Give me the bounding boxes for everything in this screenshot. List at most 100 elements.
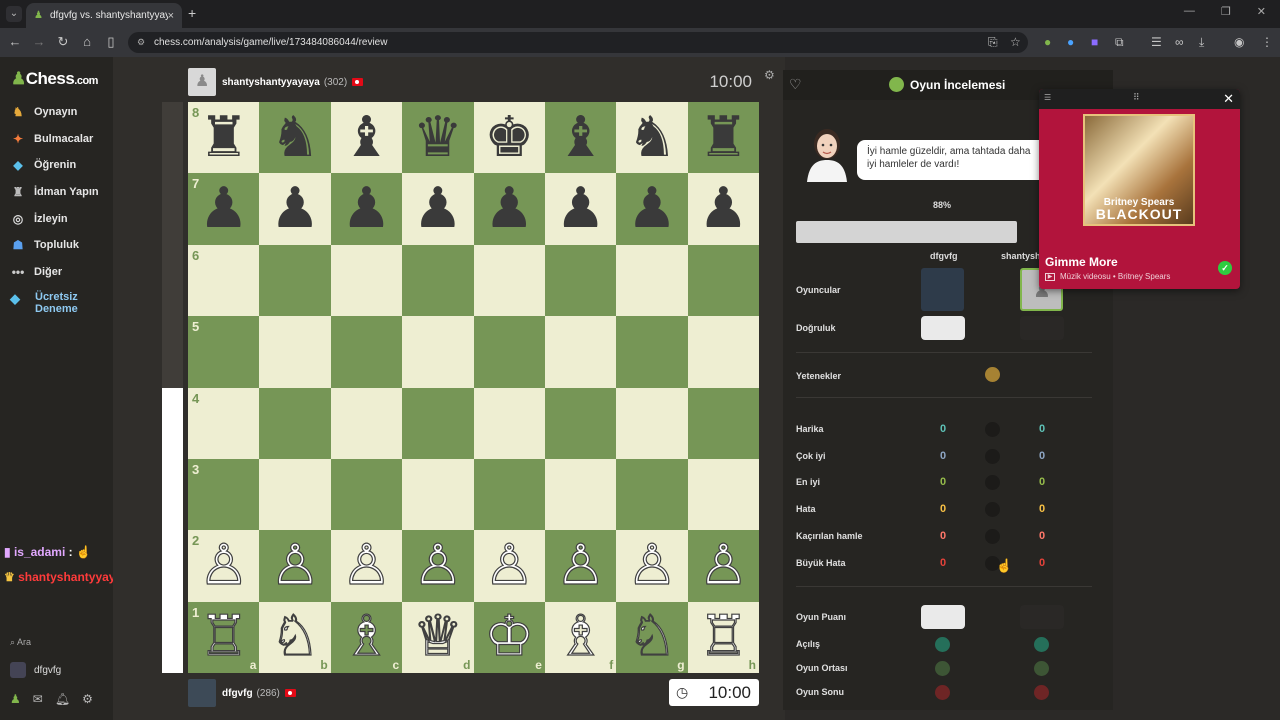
install-app-icon[interactable]: ⎘ <box>988 35 998 50</box>
sidebar-item-more[interactable]: ••• Diğer <box>10 265 62 279</box>
home-icon[interactable]: ⌂ <box>78 34 96 49</box>
close-icon[interactable]: ✕ <box>1223 91 1234 107</box>
player2-phase-icon[interactable] <box>1034 685 1049 700</box>
black-pawn-piece[interactable]: ♟ <box>484 181 534 237</box>
square-e3[interactable] <box>473 458 545 531</box>
player-name[interactable]: shantyshantyyayaya <box>222 77 320 88</box>
square-e1[interactable]: e ♔ <box>473 601 545 673</box>
square-h5[interactable] <box>687 316 759 388</box>
square-c3[interactable] <box>330 458 403 531</box>
square-c8[interactable]: ♝ <box>330 102 403 174</box>
white-bishop-piece[interactable]: ♗ <box>555 608 606 665</box>
tab-search-button[interactable]: ⌄ <box>6 6 22 22</box>
square-b5[interactable] <box>259 316 331 388</box>
tab-close-icon[interactable]: × <box>168 10 174 22</box>
square-c2[interactable]: ♙ <box>330 530 403 602</box>
player1-phase-icon[interactable] <box>935 637 950 652</box>
avatar[interactable] <box>188 68 216 96</box>
square-a1[interactable]: 1 a ♖ <box>188 601 260 673</box>
friends-icon[interactable]: ♟ <box>10 692 21 706</box>
media-settings-icon[interactable]: ☰ <box>1044 93 1051 102</box>
white-pawn-piece[interactable]: ♙ <box>626 537 677 594</box>
black-rook-piece[interactable]: ♜ <box>199 109 249 166</box>
chess-board[interactable]: 8 ♜ ♞ ♝ ♛ ♚ ♝ ♞ ♜ 7 ♟ ♟ ♟ ♟ ♟ ♟ ♟ ♟ 6 5 4 3 2 ♙ ♙ ♙ ♙ ♙ ♙ ♙ ♙ 1 a ♖ b ♘ c ♗ d ♕… <box>188 102 759 673</box>
new-tab-button[interactable]: + <box>188 5 196 21</box>
extension-blue-icon[interactable]: ● <box>1067 35 1074 49</box>
square-c6[interactable] <box>330 244 403 317</box>
black-pawn-piece[interactable]: ♟ <box>627 181 677 237</box>
square-g7[interactable]: ♟ <box>616 173 688 245</box>
square-d8[interactable]: ♛ <box>402 102 474 174</box>
black-bishop-piece[interactable]: ♝ <box>555 109 605 166</box>
square-g5[interactable] <box>616 316 688 388</box>
media-popup[interactable]: ☰ ⠿ ✕ Britney Spears BLACKOUT Gimme More… <box>1039 89 1240 289</box>
square-g1[interactable]: g ♘ <box>616 601 688 673</box>
close-window-button[interactable]: ✕ <box>1257 5 1266 18</box>
white-pawn-piece[interactable]: ♙ <box>483 537 534 594</box>
sidebar-item-train[interactable]: ♜ İdman Yapın <box>10 185 99 199</box>
extensions-puzzle-icon[interactable]: ⧉ <box>1115 35 1124 50</box>
avatar[interactable] <box>188 679 216 707</box>
square-g2[interactable]: ♙ <box>616 530 688 602</box>
player1-phase-icon[interactable] <box>935 685 950 700</box>
settings-icon[interactable]: ⚙ <box>82 692 93 706</box>
sidebar-user[interactable]: dfgvfg <box>10 662 61 678</box>
sidebar-item-free-trial[interactable]: ◆ Ücretsiz Deneme <box>10 291 78 315</box>
black-pawn-piece[interactable]: ♟ <box>270 181 320 237</box>
white-pawn-piece[interactable]: ♙ <box>698 537 749 594</box>
extension-gray-icon[interactable]: ☰ <box>1151 35 1162 49</box>
square-h7[interactable]: ♟ <box>687 173 759 245</box>
black-pawn-piece[interactable]: ♟ <box>341 181 391 237</box>
heart-icon[interactable]: ♡ <box>789 76 802 93</box>
black-queen-piece[interactable]: ♛ <box>413 109 463 166</box>
forward-icon[interactable]: → <box>30 34 48 49</box>
white-pawn-piece[interactable]: ♙ <box>198 537 249 594</box>
reload-icon[interactable]: ↻ <box>54 34 72 50</box>
square-f8[interactable]: ♝ <box>544 102 617 174</box>
white-knight-piece[interactable]: ♘ <box>269 608 320 665</box>
maximize-button[interactable]: ❐ <box>1221 5 1231 18</box>
square-g4[interactable] <box>616 387 688 459</box>
site-info-icon[interactable]: ⚙ <box>137 32 145 53</box>
player1-phase-icon[interactable] <box>935 661 950 676</box>
square-a8[interactable]: 8 ♜ <box>188 102 260 174</box>
sidebar-search[interactable]: ⌕ Ara <box>10 637 31 648</box>
square-f1[interactable]: f ♗ <box>544 601 617 673</box>
black-pawn-piece[interactable]: ♟ <box>698 181 748 237</box>
sidebar-item-play[interactable]: ♞ Oynayın <box>10 105 78 119</box>
extension-link-icon[interactable]: ∞ <box>1175 35 1184 49</box>
square-d7[interactable]: ♟ <box>402 173 474 245</box>
square-f5[interactable] <box>544 316 617 388</box>
square-b6[interactable] <box>259 244 331 317</box>
profile-avatar-icon[interactable]: ◉ <box>1234 35 1244 49</box>
square-h3[interactable] <box>687 458 759 531</box>
square-a2[interactable]: 2 ♙ <box>188 530 260 602</box>
square-h8[interactable]: ♜ <box>687 102 759 174</box>
square-a3[interactable]: 3 <box>188 458 260 531</box>
square-b4[interactable] <box>259 387 331 459</box>
square-g8[interactable]: ♞ <box>616 102 688 174</box>
square-a6[interactable]: 6 <box>188 244 260 317</box>
player2-phase-icon[interactable] <box>1034 637 1049 652</box>
black-rook-piece[interactable]: ♜ <box>698 109 748 166</box>
square-b8[interactable]: ♞ <box>259 102 331 174</box>
square-e5[interactable] <box>473 316 545 388</box>
square-b1[interactable]: b ♘ <box>259 601 331 673</box>
sidebar-item-puzzles[interactable]: ✦ Bulmacalar <box>10 132 93 146</box>
square-a4[interactable]: 4 <box>188 387 260 459</box>
board-settings-icon[interactable]: ⚙ <box>764 68 775 82</box>
square-h2[interactable]: ♙ <box>687 530 759 602</box>
square-d6[interactable] <box>402 244 474 317</box>
square-g6[interactable] <box>616 244 688 317</box>
black-knight-piece[interactable]: ♞ <box>270 109 320 166</box>
square-h1[interactable]: h ♖ <box>687 601 759 673</box>
square-h4[interactable] <box>687 387 759 459</box>
square-b7[interactable]: ♟ <box>259 173 331 245</box>
white-pawn-piece[interactable]: ♙ <box>269 537 320 594</box>
square-a7[interactable]: 7 ♟ <box>188 173 260 245</box>
back-icon[interactable]: ← <box>6 34 24 49</box>
square-f7[interactable]: ♟ <box>544 173 617 245</box>
square-f4[interactable] <box>544 387 617 459</box>
browser-menu-icon[interactable]: ⋮ <box>1261 35 1273 49</box>
bookmark-star-icon[interactable]: ☆ <box>1010 35 1021 49</box>
